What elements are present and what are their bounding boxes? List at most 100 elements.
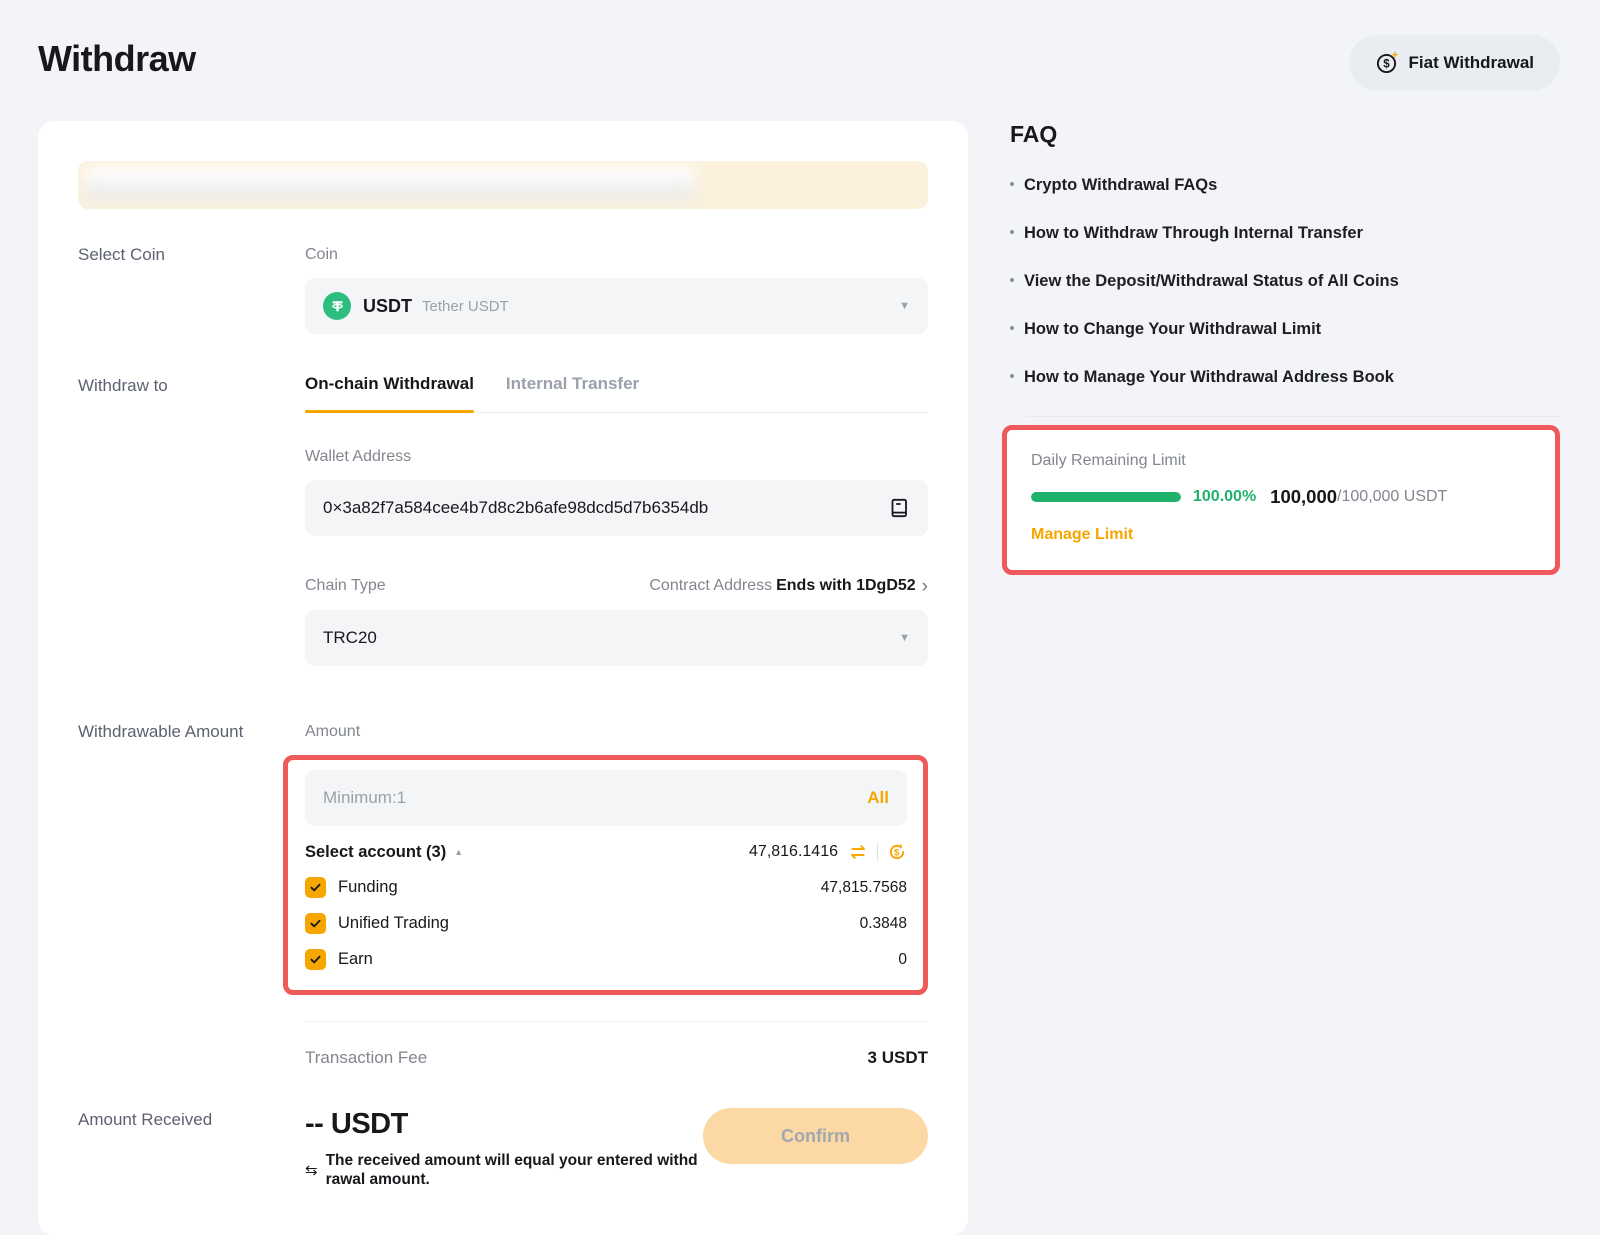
select-account-label[interactable]: Select account (3)	[305, 843, 446, 862]
annotation-box-limit: Daily Remaining Limit 100.00% 100,000 /1…	[1002, 425, 1560, 575]
confirm-button[interactable]: Confirm	[703, 1108, 928, 1164]
faq-item-internal-transfer[interactable]: How to Withdraw Through Internal Transfe…	[1010, 224, 1560, 243]
content: Select Coin Coin USDT Tether USDT	[38, 121, 1560, 1235]
withdraw-tabs: On-chain Withdrawal Internal Transfer	[305, 374, 928, 413]
chain-type-label: Chain Type	[305, 574, 386, 598]
limit-progress-row: 100.00% 100,000 /100,000 USDT	[1031, 486, 1531, 508]
fiat-coin-icon: $ +	[1375, 51, 1399, 75]
select-coin-label: Select Coin	[78, 243, 305, 334]
transaction-fee-row: Transaction Fee 3 USDT	[305, 1048, 928, 1068]
notice-banner-blurred	[78, 161, 928, 209]
blurred-banner-text	[84, 166, 696, 204]
checkbox-unified-trading[interactable]	[305, 913, 326, 934]
amount-input[interactable]	[323, 788, 867, 808]
wallet-address-field	[305, 480, 928, 536]
select-coin-row: Select Coin Coin USDT Tether USDT	[78, 243, 928, 334]
limit-total: /100,000 USDT	[1337, 488, 1447, 506]
received-note: ⇆ The received amount will equal your en…	[305, 1151, 703, 1189]
transaction-fee-value: 3 USDT	[868, 1048, 928, 1068]
coin-symbol: USDT	[363, 296, 412, 317]
withdrawable-amount-row: Withdrawable Amount Amount All Select ac…	[78, 720, 928, 995]
withdraw-to-row: Withdraw to On-chain Withdrawal Internal…	[78, 374, 928, 666]
received-note-text: The received amount will equal your ente…	[326, 1151, 703, 1189]
faq-sidebar: FAQ Crypto Withdrawal FAQs How to Withdr…	[968, 121, 1560, 575]
chain-head-row: Chain Type Contract Address Ends with 1D…	[305, 574, 928, 598]
account-row-earn: Earn 0	[305, 949, 907, 970]
withdraw-page: Withdraw $ + Fiat Withdrawal Select Coin	[0, 0, 1600, 1235]
account-row-funding: Funding 47,815.7568	[305, 877, 907, 898]
chevron-right-icon: ›	[922, 577, 928, 596]
bullet-icon	[1010, 374, 1014, 378]
chain-type-value: TRC20	[323, 628, 377, 648]
coin-field-label: Coin	[305, 243, 928, 267]
svg-text:$: $	[1383, 59, 1390, 71]
contract-address-label: Contract Address	[649, 577, 772, 595]
account-amount: 0	[898, 951, 907, 969]
withdrawable-amount-label: Withdrawable Amount	[78, 720, 305, 995]
withdraw-to-label: Withdraw to	[78, 374, 305, 666]
limit-remaining: 100,000	[1270, 486, 1337, 508]
checkbox-funding[interactable]	[305, 877, 326, 898]
amount-received-row: Amount Received -- USDT ⇆ The received a…	[78, 1108, 928, 1189]
amount-input-field: All	[305, 770, 907, 826]
faq-title: FAQ	[1010, 121, 1560, 148]
account-name: Unified Trading	[338, 914, 449, 933]
select-account-row: Select account (3) ▲ 47,816.1416	[305, 842, 907, 862]
page-title: Withdraw	[38, 30, 196, 80]
faq-item-crypto-withdrawal-faqs[interactable]: Crypto Withdrawal FAQs	[1010, 176, 1560, 195]
daily-limit-card: Daily Remaining Limit 100.00% 100,000 /1…	[1007, 430, 1555, 570]
limit-progress-bar	[1031, 492, 1181, 502]
address-book-icon[interactable]	[888, 497, 910, 519]
tab-internal-transfer[interactable]: Internal Transfer	[506, 374, 639, 412]
chevron-down-icon: ▼	[899, 300, 910, 312]
divider	[1026, 416, 1560, 417]
fiat-withdrawal-label: Fiat Withdrawal	[1409, 53, 1534, 73]
swap-arrows-icon: ⇆	[305, 1161, 318, 1179]
account-name: Earn	[338, 950, 373, 969]
checkbox-earn[interactable]	[305, 949, 326, 970]
annotation-box-amount: All Select account (3) ▲ 47,816.1416	[283, 755, 928, 995]
transaction-fee-label: Transaction Fee	[305, 1048, 427, 1068]
faq-item-change-withdrawal-limit[interactable]: How to Change Your Withdrawal Limit	[1010, 320, 1560, 339]
contract-address-link[interactable]: Contract Address Ends with 1DgD52 ›	[649, 577, 928, 596]
divider	[305, 1021, 928, 1022]
received-amount-value: -- USDT	[305, 1108, 703, 1141]
triangle-up-icon: ▲	[454, 847, 463, 857]
chain-type-select[interactable]: TRC20 ▼	[305, 610, 928, 666]
contract-address-value: Ends with 1DgD52	[776, 577, 916, 595]
withdraw-form-card: Select Coin Coin USDT Tether USDT	[38, 121, 968, 1235]
bullet-icon	[1010, 278, 1014, 282]
vertical-divider	[877, 843, 878, 861]
account-amount: 47,815.7568	[821, 879, 907, 897]
bullet-icon	[1010, 230, 1014, 234]
amount-all-button[interactable]: All	[867, 788, 889, 808]
tether-icon	[323, 292, 351, 320]
account-total-amount: 47,816.1416	[749, 843, 838, 861]
bullet-icon	[1010, 182, 1014, 186]
limit-progress-fill	[1031, 492, 1181, 502]
transfer-icon[interactable]	[848, 842, 868, 862]
coin-select[interactable]: USDT Tether USDT ▼	[305, 278, 928, 334]
account-name: Funding	[338, 878, 398, 897]
account-amount: 0.3848	[860, 915, 907, 933]
fiat-withdrawal-button[interactable]: $ + Fiat Withdrawal	[1349, 35, 1560, 91]
daily-limit-title: Daily Remaining Limit	[1031, 452, 1531, 470]
svg-text:+: +	[1391, 51, 1397, 62]
faq-list: Crypto Withdrawal FAQs How to Withdraw T…	[1010, 176, 1560, 387]
bullet-icon	[1010, 326, 1014, 330]
convert-refresh-icon[interactable]: $	[887, 842, 907, 862]
amount-received-label: Amount Received	[78, 1108, 305, 1189]
manage-limit-link[interactable]: Manage Limit	[1031, 526, 1133, 544]
wallet-address-input[interactable]	[323, 498, 876, 518]
amount-field-label: Amount	[305, 720, 928, 744]
chevron-down-icon: ▼	[899, 632, 910, 644]
tab-onchain-withdrawal[interactable]: On-chain Withdrawal	[305, 374, 474, 412]
wallet-address-label: Wallet Address	[305, 445, 928, 469]
faq-item-deposit-withdrawal-status[interactable]: View the Deposit/Withdrawal Status of Al…	[1010, 272, 1560, 291]
svg-text:$: $	[894, 848, 900, 859]
coin-full-name: Tether USDT	[422, 298, 509, 315]
faq-item-address-book[interactable]: How to Manage Your Withdrawal Address Bo…	[1010, 368, 1560, 387]
limit-percent: 100.00%	[1193, 488, 1256, 506]
account-row-unified-trading: Unified Trading 0.3848	[305, 913, 907, 934]
page-header: Withdraw $ + Fiat Withdrawal	[38, 30, 1560, 91]
